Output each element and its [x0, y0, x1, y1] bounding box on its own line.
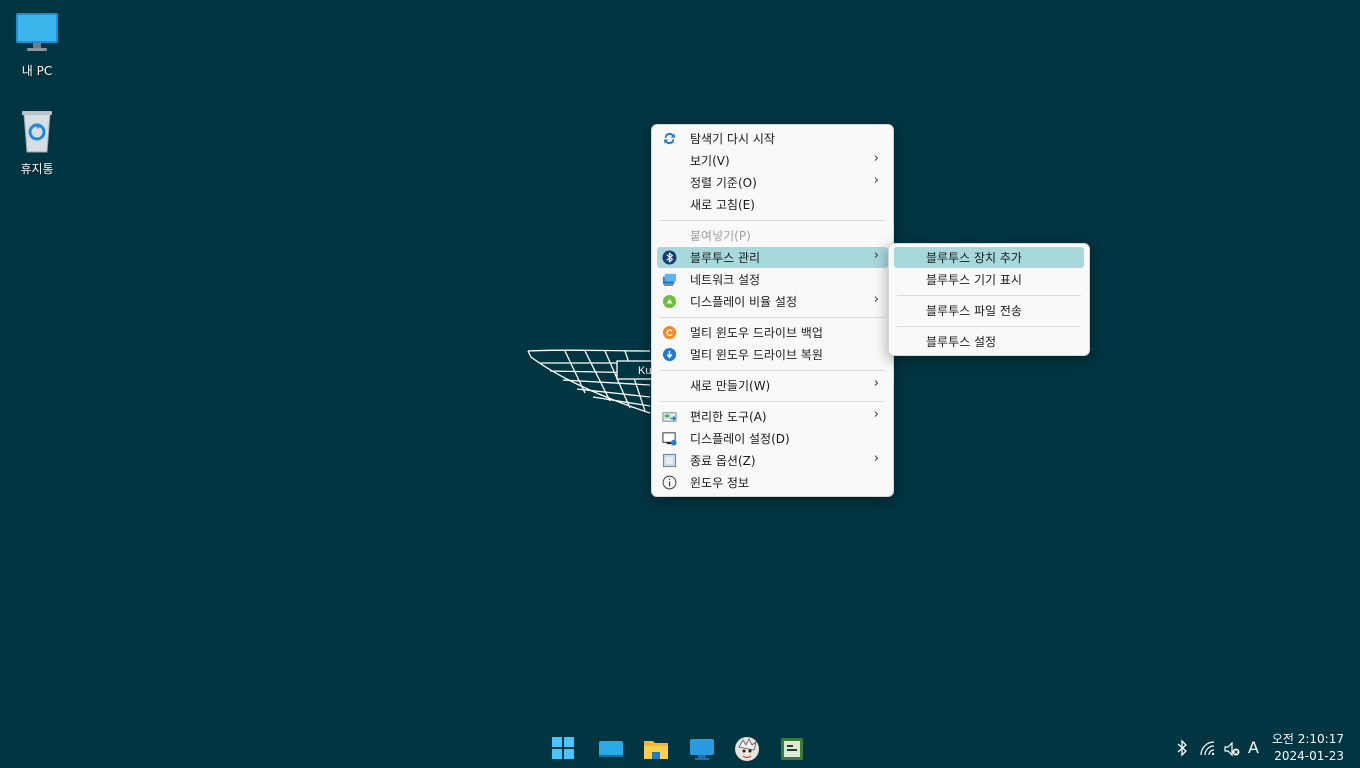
file-explorer-icon[interactable]: [643, 736, 669, 762]
chevron-right-icon: ›: [873, 292, 879, 307]
tools-icon: [662, 409, 677, 424]
bluetooth-tray-icon[interactable]: [1176, 739, 1188, 761]
display-settings-icon: [662, 431, 677, 446]
menu-item-bluetooth-manage[interactable]: 블루투스 관리 ›: [657, 247, 888, 268]
remote-desktop-icon[interactable]: [689, 736, 715, 762]
desktop-icon-label: 휴지통: [20, 162, 54, 176]
menu-item-restart-explorer[interactable]: 탐색기 다시 시작: [657, 128, 888, 149]
menu-separator: [897, 326, 1081, 327]
menu-item-drive-backup[interactable]: C 멀티 윈도우 드라이브 백업: [657, 322, 888, 343]
volume-muted-icon[interactable]: [1224, 741, 1240, 761]
menu-separator: [660, 370, 885, 371]
menu-item-display-settings[interactable]: 디스플레이 설정(D): [657, 428, 888, 449]
menu-item-convenient-tools[interactable]: 편리한 도구(A) ›: [657, 406, 888, 427]
desktop-icon[interactable]: [598, 736, 624, 762]
start-icon[interactable]: [551, 736, 577, 762]
chevron-right-icon: ›: [873, 407, 879, 422]
recycle-bin-icon: [13, 108, 61, 156]
shutdown-options-icon: [662, 453, 677, 468]
display-scale-icon: [662, 294, 677, 309]
wallpaper-wings-logo: Ku: [525, 335, 665, 420]
desktop-icon-label: 내 PC: [21, 64, 53, 78]
taskbar: [0, 728, 1360, 768]
desktop-context-menu: 탐색기 다시 시작 보기(V) › 정렬 기준(O) › 새로 고침(E) 붙여…: [651, 124, 894, 497]
chevron-right-icon: ›: [873, 151, 879, 166]
bluetooth-icon: [662, 250, 677, 265]
chevron-right-icon: ›: [873, 173, 879, 188]
chevron-right-icon: ›: [873, 376, 879, 391]
desktop-icon-my-pc[interactable]: 내 PC: [2, 10, 72, 79]
clock-time: 오전 2:10:17: [1271, 732, 1344, 746]
svg-text:C: C: [666, 328, 673, 338]
avatar-app-icon[interactable]: [734, 736, 760, 762]
submenu-item-add-device[interactable]: 블루투스 장치 추가: [894, 247, 1084, 268]
bluetooth-submenu: 블루투스 장치 추가 블루투스 기기 표시 블루투스 파일 전송 블루투스 설정: [888, 243, 1090, 356]
info-icon: [662, 475, 677, 490]
menu-item-drive-restore[interactable]: 멀티 윈도우 드라이브 복원: [657, 344, 888, 365]
refresh-icon: [662, 131, 677, 146]
menu-item-network-settings[interactable]: 네트워크 설정: [657, 269, 888, 290]
menu-item-paste: 붙여넣기(P): [690, 229, 751, 243]
ime-indicator[interactable]: A: [1248, 738, 1259, 757]
menu-item-refresh[interactable]: 새로 고침(E): [657, 194, 888, 215]
desktop-icon-recycle-bin[interactable]: 휴지통: [2, 108, 72, 177]
menu-separator: [660, 317, 885, 318]
menu-item-shutdown-options[interactable]: 종료 옵션(Z) ›: [657, 450, 888, 471]
menu-separator: [897, 295, 1081, 296]
logo-text: Ku: [638, 365, 651, 377]
menu-item-sort-by[interactable]: 정렬 기준(O) ›: [657, 172, 888, 193]
network-tray-icon[interactable]: [1200, 741, 1216, 761]
menu-separator: [660, 401, 885, 402]
submenu-item-file-transfer[interactable]: 블루투스 파일 전송: [894, 300, 1084, 321]
menu-separator: [660, 220, 885, 221]
terminal-app-icon[interactable]: [779, 736, 805, 762]
backup-icon: C: [662, 325, 677, 340]
menu-item-view[interactable]: 보기(V) ›: [657, 150, 888, 171]
restore-icon: [662, 347, 677, 362]
menu-item-new[interactable]: 새로 만들기(W) ›: [657, 375, 888, 396]
chevron-right-icon: ›: [873, 451, 879, 466]
menu-item-display-scale[interactable]: 디스플레이 비율 설정 ›: [657, 291, 888, 312]
submenu-item-bluetooth-settings[interactable]: 블루투스 설정: [894, 331, 1084, 352]
taskbar-clock[interactable]: 오전 2:10:17 2024-01-23: [1272, 731, 1344, 765]
chevron-right-icon: ›: [873, 248, 879, 263]
submenu-item-show-devices[interactable]: 블루투스 기기 표시: [894, 269, 1084, 290]
menu-item-windows-info[interactable]: 윈도우 정보: [657, 472, 888, 493]
monitor-icon: [13, 10, 61, 58]
network-icon: [662, 272, 677, 287]
clock-date: 2024-01-23: [1274, 749, 1344, 763]
